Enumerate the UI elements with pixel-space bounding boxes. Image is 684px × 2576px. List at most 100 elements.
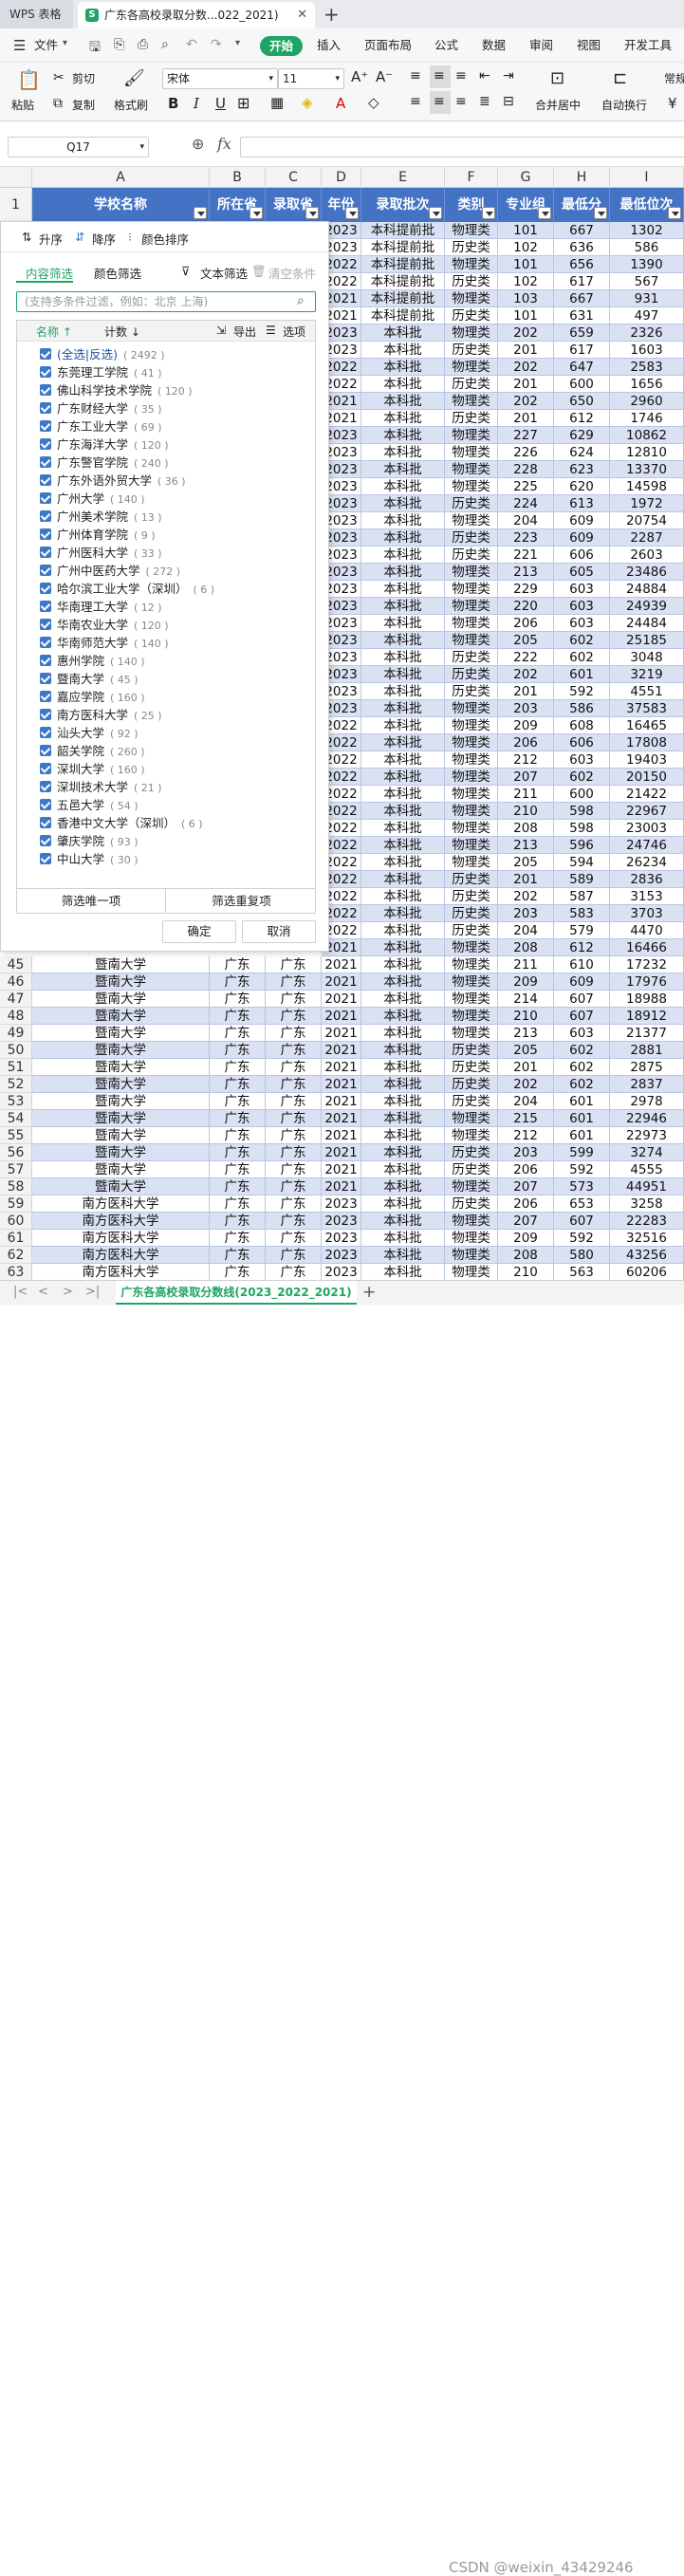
table-cell[interactable]: 563 bbox=[554, 1264, 610, 1280]
header-min-score[interactable]: 最低分 bbox=[554, 188, 610, 222]
table-row[interactable]: 暨南大学 广东 广东 2021 本科批 历史类 203 599 3274 bbox=[32, 1144, 684, 1161]
table-cell[interactable]: 224 bbox=[498, 495, 554, 512]
filter-item[interactable]: 广州医科大学 ( 33 ) bbox=[40, 544, 162, 562]
table-cell[interactable]: 2021 bbox=[322, 1144, 361, 1161]
table-cell[interactable]: 206 bbox=[498, 734, 554, 751]
table-cell[interactable]: 600 bbox=[554, 376, 610, 393]
table-cell[interactable]: 227 bbox=[498, 427, 554, 444]
table-cell[interactable]: 2881 bbox=[610, 1042, 684, 1059]
sort-descending-icon[interactable]: ⇵ bbox=[75, 230, 84, 244]
tab-color-filter[interactable]: 颜色筛选 bbox=[94, 264, 141, 282]
filter-unique-button[interactable]: 筛选唯一项 bbox=[17, 889, 166, 914]
table-cell[interactable]: 17808 bbox=[610, 734, 684, 751]
table-cell[interactable]: 631 bbox=[554, 307, 610, 324]
table-cell[interactable]: 567 bbox=[610, 273, 684, 290]
table-cell[interactable]: 17232 bbox=[610, 956, 684, 973]
table-cell[interactable]: 207 bbox=[498, 769, 554, 786]
first-sheet-icon[interactable]: |< bbox=[13, 1285, 28, 1299]
table-cell[interactable]: 201 bbox=[498, 376, 554, 393]
column-header-e[interactable]: E bbox=[361, 167, 445, 188]
table-cell[interactable]: 暨南大学 bbox=[32, 1127, 210, 1144]
row-number[interactable]: 52 bbox=[0, 1076, 32, 1093]
row-number[interactable]: 57 bbox=[0, 1161, 32, 1178]
table-cell[interactable]: 本科批 bbox=[361, 717, 445, 734]
table-row[interactable]: 2023 本科批 历史类 221 606 2603 bbox=[322, 547, 684, 564]
row-number[interactable]: 59 bbox=[0, 1195, 32, 1213]
table-cell[interactable]: 609 bbox=[554, 973, 610, 991]
table-cell[interactable]: 609 bbox=[554, 512, 610, 529]
table-cell[interactable]: 本科批 bbox=[361, 427, 445, 444]
table-cell[interactable]: 213 bbox=[498, 837, 554, 854]
filter-item[interactable]: 华南农业大学 ( 120 ) bbox=[40, 616, 169, 634]
table-cell[interactable]: 596 bbox=[554, 837, 610, 854]
hamburger-menu-icon[interactable]: ☰ bbox=[13, 37, 26, 54]
table-cell[interactable]: 广东 bbox=[210, 1008, 266, 1025]
table-cell[interactable]: 广东 bbox=[210, 1076, 266, 1093]
table-cell[interactable]: 586 bbox=[554, 700, 610, 717]
table-cell[interactable]: 202 bbox=[498, 393, 554, 410]
table-cell[interactable]: 102 bbox=[498, 239, 554, 256]
table-cell[interactable]: 2023 bbox=[322, 1264, 361, 1280]
table-cell[interactable]: 207 bbox=[498, 1213, 554, 1230]
filter-item[interactable]: 广东财经大学 ( 35 ) bbox=[40, 399, 162, 417]
table-cell[interactable]: 本科批 bbox=[361, 478, 445, 495]
chevron-down-icon[interactable]: ▾ bbox=[63, 38, 67, 48]
table-cell[interactable]: 本科批 bbox=[361, 820, 445, 837]
table-cell[interactable]: 3219 bbox=[610, 666, 684, 683]
filter-item[interactable]: 五邑大学 ( 54 ) bbox=[40, 796, 139, 814]
table-cell[interactable]: 2021 bbox=[322, 1178, 361, 1195]
table-cell[interactable]: 647 bbox=[554, 359, 610, 376]
table-row[interactable]: 2023 本科批 历史类 201 592 4551 bbox=[322, 683, 684, 700]
table-cell[interactable]: 599 bbox=[554, 1144, 610, 1161]
table-cell[interactable]: 广东 bbox=[266, 1230, 322, 1247]
table-cell[interactable]: 广东 bbox=[210, 1144, 266, 1161]
table-cell[interactable]: 本科批 bbox=[361, 854, 445, 871]
table-cell[interactable]: 207 bbox=[498, 1178, 554, 1195]
table-cell[interactable]: 101 bbox=[498, 222, 554, 239]
sort-by-name-button[interactable]: 名称 ↑ bbox=[36, 324, 72, 340]
filter-item[interactable]: 中山大学 ( 30 ) bbox=[40, 850, 139, 868]
table-cell[interactable]: 物理类 bbox=[445, 991, 498, 1008]
table-cell[interactable]: 21377 bbox=[610, 1025, 684, 1042]
table-cell[interactable]: 2583 bbox=[610, 359, 684, 376]
table-cell[interactable]: 历史类 bbox=[445, 666, 498, 683]
table-row[interactable]: 2023 本科提前批 物理类 101 667 1302 bbox=[322, 222, 684, 239]
table-cell[interactable]: 213 bbox=[498, 1025, 554, 1042]
table-cell[interactable]: 历史类 bbox=[445, 495, 498, 512]
align-right-icon[interactable]: ≡ bbox=[455, 94, 467, 109]
checkbox-checked-icon[interactable] bbox=[40, 492, 51, 504]
table-cell[interactable]: 592 bbox=[554, 683, 610, 700]
table-cell[interactable]: 592 bbox=[554, 1230, 610, 1247]
row-number[interactable]: 1 bbox=[0, 188, 32, 222]
table-cell[interactable]: 广东 bbox=[210, 1264, 266, 1280]
table-cell[interactable]: 本科批 bbox=[361, 393, 445, 410]
fill-color-icon[interactable]: ◈ bbox=[302, 94, 313, 111]
font-size-select[interactable]: 11 ▾ bbox=[278, 68, 344, 89]
table-cell[interactable]: 14598 bbox=[610, 478, 684, 495]
table-cell[interactable]: 214 bbox=[498, 991, 554, 1008]
table-cell[interactable]: 广东 bbox=[210, 956, 266, 973]
table-cell[interactable]: 206 bbox=[498, 615, 554, 632]
table-cell[interactable]: 广东 bbox=[266, 1161, 322, 1178]
row-number[interactable]: 45 bbox=[0, 956, 32, 973]
table-cell[interactable]: 3048 bbox=[610, 649, 684, 666]
checkbox-checked-icon[interactable] bbox=[40, 510, 51, 522]
table-cell[interactable]: 2836 bbox=[610, 871, 684, 888]
table-cell[interactable]: 2023 bbox=[322, 1230, 361, 1247]
row-number[interactable]: 62 bbox=[0, 1247, 32, 1264]
table-cell[interactable]: 历史类 bbox=[445, 1144, 498, 1161]
table-cell[interactable]: 602 bbox=[554, 632, 610, 649]
format-painter-button[interactable]: 格式刷 bbox=[114, 97, 148, 113]
checkbox-checked-icon[interactable] bbox=[40, 420, 51, 432]
distribute-icon[interactable]: ⊟ bbox=[503, 94, 514, 109]
table-cell[interactable]: 617 bbox=[554, 273, 610, 290]
table-cell[interactable]: 广东 bbox=[266, 1178, 322, 1195]
border-icon[interactable]: ⊞ bbox=[237, 94, 250, 112]
checkbox-checked-icon[interactable] bbox=[40, 799, 51, 810]
filter-dropdown-icon[interactable] bbox=[594, 207, 607, 219]
table-cell[interactable]: 24484 bbox=[610, 615, 684, 632]
table-cell[interactable]: 本科批 bbox=[361, 1042, 445, 1059]
table-cell[interactable]: 物理类 bbox=[445, 717, 498, 734]
table-row[interactable]: 2022 本科批 物理类 206 606 17808 bbox=[322, 734, 684, 751]
table-cell[interactable]: 南方医科大学 bbox=[32, 1247, 210, 1264]
